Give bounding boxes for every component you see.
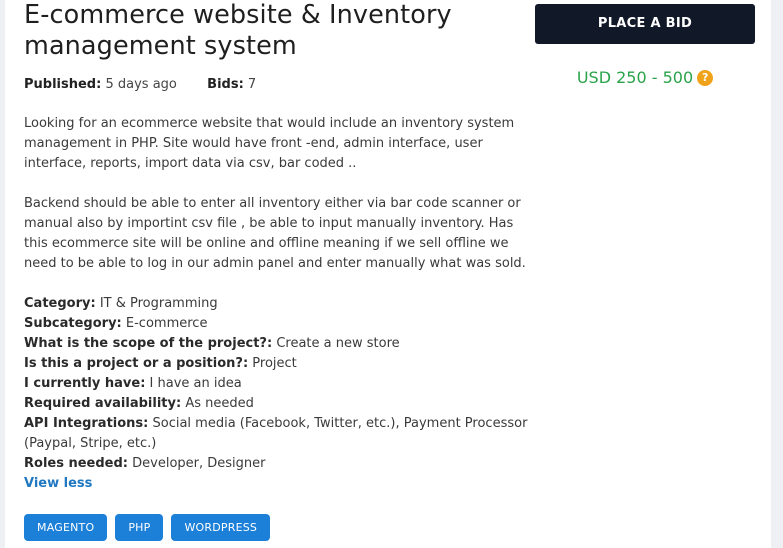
published-label: Published: [24, 77, 102, 92]
attribute-availability: Required availability: As needed [24, 394, 540, 414]
project-attributes: Category: IT & Programming Subcategory: … [24, 294, 540, 494]
project-card: E-commerce website & Inventory managemen… [5, 0, 771, 548]
tag-wordpress[interactable]: WORDPRESS [171, 514, 271, 541]
description-paragraph: Looking for an ecommerce website that wo… [24, 116, 515, 171]
attribute-value: Developer, Designer [132, 456, 266, 471]
attribute-currently-have: I currently have: I have an idea [24, 374, 540, 394]
attribute-label: Category: [24, 296, 96, 311]
budget-range: USD 250 - 500 ? [535, 68, 755, 87]
attribute-subcategory: Subcategory: E-commerce [24, 314, 540, 334]
attribute-label: I currently have: [24, 376, 146, 391]
tag-php[interactable]: PHP [115, 514, 164, 541]
attribute-label: Is this a project or a position?: [24, 356, 249, 371]
tag-magento[interactable]: MAGENTO [24, 514, 108, 541]
budget-value: USD 250 - 500 [576, 68, 694, 87]
help-icon[interactable]: ? [697, 69, 714, 86]
attribute-label: Roles needed: [24, 456, 128, 471]
attribute-value: As needed [185, 396, 254, 411]
attribute-api-integrations: API Integrations: Social media (Facebook… [24, 414, 540, 454]
description-paragraph: Backend should be able to enter all inve… [24, 196, 526, 271]
attribute-project-or-position: Is this a project or a position?: Projec… [24, 354, 540, 374]
project-main: E-commerce website & Inventory managemen… [24, 0, 540, 541]
skill-tags: MAGENTO PHP WORDPRESS [24, 514, 540, 541]
project-title: E-commerce website & Inventory managemen… [24, 0, 452, 61]
attribute-value: Create a new store [276, 336, 400, 351]
attribute-label: Required availability: [24, 396, 182, 411]
view-less-link[interactable]: View less [24, 474, 92, 494]
attribute-value: I have an idea [149, 376, 242, 391]
project-description: Looking for an ecommerce website that wo… [24, 114, 540, 274]
attribute-roles: Roles needed: Developer, Designer [24, 454, 540, 474]
bid-sidebar: PLACE A BID USD 250 - 500 ? [535, 4, 755, 87]
bids-value: 7 [247, 77, 257, 92]
attribute-category: Category: IT & Programming [24, 294, 540, 314]
bids-label: Bids: [207, 77, 244, 92]
attribute-value: E-commerce [125, 316, 208, 331]
attribute-value: Project [252, 356, 297, 371]
published-value: 5 days ago [105, 77, 177, 92]
attribute-label: What is the scope of the project?: [24, 336, 273, 351]
attribute-scope: What is the scope of the project?: Creat… [24, 334, 540, 354]
attribute-label: Subcategory: [24, 316, 122, 331]
attribute-label: API Integrations: [24, 416, 149, 431]
attribute-value: IT & Programming [99, 296, 218, 311]
project-meta: Published: 5 days ago Bids: 7 [24, 76, 540, 94]
place-bid-button[interactable]: PLACE A BID [535, 4, 755, 44]
